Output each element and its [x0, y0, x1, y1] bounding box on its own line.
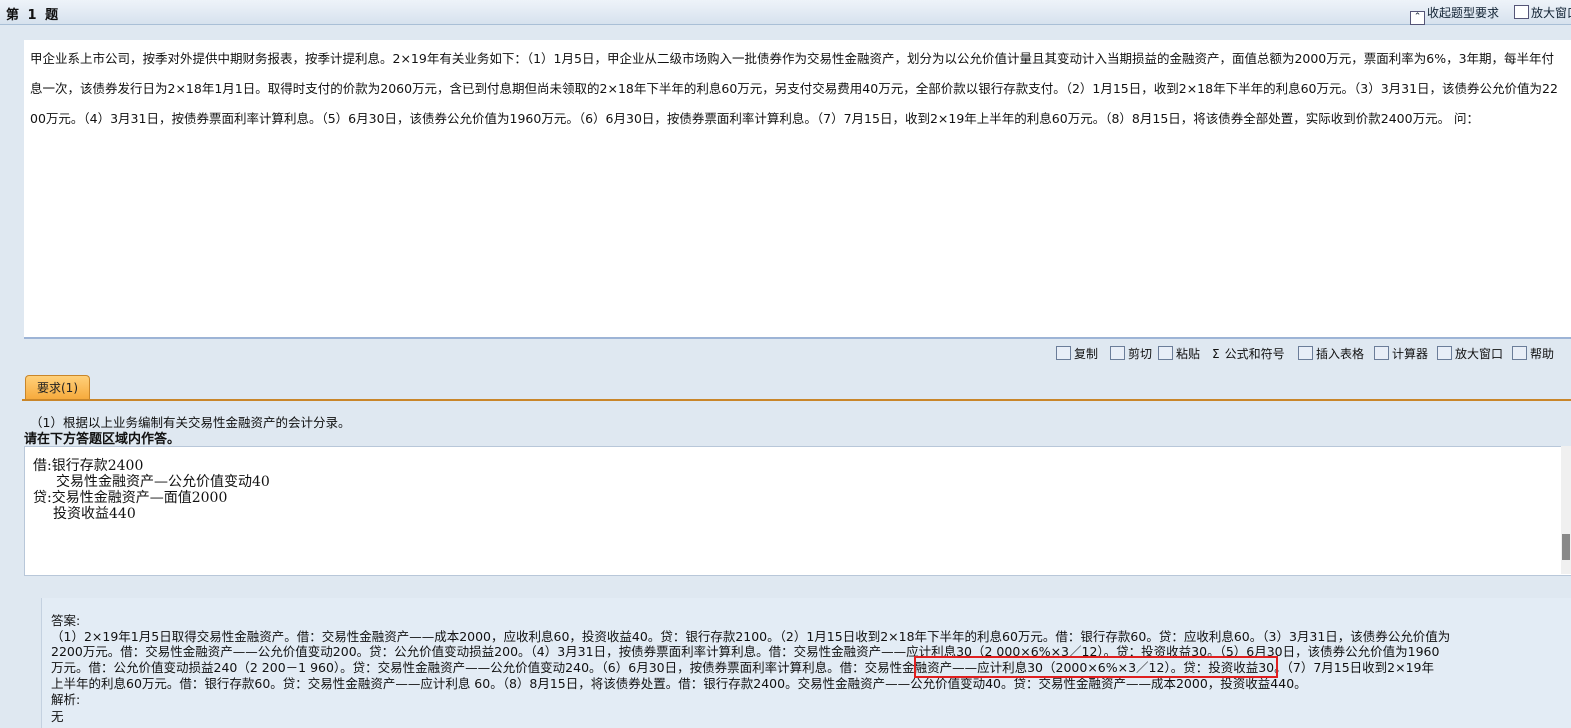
enlarge-window-button[interactable]: 放大窗口	[1514, 4, 1571, 21]
collapse-requirements-button[interactable]: ⌃ 收起题型要求	[1410, 4, 1499, 25]
collapse-label: 收起题型要求	[1427, 6, 1500, 20]
help-button[interactable]: 帮助	[1512, 345, 1554, 362]
formula-button[interactable]: Σ 公式和符号	[1212, 345, 1285, 362]
enlarge-editor-label: 放大窗口	[1455, 347, 1504, 361]
copy-button[interactable]: 复制	[1056, 345, 1098, 362]
analysis-text: 无	[51, 709, 64, 724]
question-panel: 甲企业系上市公司，按季对外提供中期财务报表，按季计提利息。2×19年有关业务如下…	[24, 40, 1571, 339]
answer-editor[interactable]: 借:银行存款2400 交易性金融资产—公允价值变动40 贷:交易性金融资产—面值…	[24, 446, 1571, 576]
scissors-icon	[1110, 346, 1125, 360]
cut-label: 剪切	[1128, 347, 1153, 361]
scrollbar-thumb[interactable]	[1562, 534, 1570, 560]
paste-button[interactable]: 粘贴	[1158, 345, 1200, 362]
editor-toolbar: 复制 剪切 粘贴 Σ 公式和符号 插入表格 计算器 放大窗口 帮助	[0, 345, 1571, 363]
answer-line: 投资收益440	[53, 506, 136, 522]
copy-icon	[1056, 346, 1071, 360]
window-icon	[1437, 346, 1452, 360]
window-icon	[1514, 5, 1529, 19]
paste-icon	[1158, 346, 1173, 360]
cut-button[interactable]: 剪切	[1110, 345, 1152, 362]
help-icon	[1512, 346, 1527, 360]
table-icon	[1298, 346, 1313, 360]
formula-label: 公式和符号	[1224, 347, 1285, 361]
solution-panel: 答案: （1）2×19年1月5日取得交易性金融资产。借：交易性金融资产——成本2…	[41, 598, 1571, 728]
help-label: 帮助	[1530, 347, 1555, 361]
title-bar: 第 1 题 ⌃收起题型要求 放大窗口	[0, 0, 1571, 25]
tab-requirement-1[interactable]: 要求(1)	[25, 375, 90, 400]
calculator-icon	[1374, 346, 1389, 360]
copy-label: 复制	[1074, 347, 1099, 361]
insert-table-label: 插入表格	[1316, 347, 1365, 361]
answer-scrollbar[interactable]	[1561, 446, 1571, 574]
question-number: 第 1 题	[6, 8, 61, 23]
sigma-icon: Σ	[1212, 347, 1220, 361]
insert-table-button[interactable]: 插入表格	[1298, 345, 1364, 362]
enlarge-label: 放大窗口	[1531, 6, 1571, 20]
answer-hint: 请在下方答题区域内作答。	[24, 432, 181, 447]
calculator-label: 计算器	[1392, 347, 1429, 361]
enlarge-editor-button[interactable]: 放大窗口	[1437, 345, 1503, 362]
paste-label: 粘贴	[1176, 347, 1201, 361]
tab-underline	[22, 399, 1571, 401]
calculator-button[interactable]: 计算器	[1374, 345, 1428, 362]
collapse-icon: ⌃	[1410, 11, 1425, 25]
highlight-box	[914, 656, 1278, 678]
question-text: 甲企业系上市公司，按季对外提供中期财务报表，按季计提利息。2×19年有关业务如下…	[30, 51, 1558, 126]
